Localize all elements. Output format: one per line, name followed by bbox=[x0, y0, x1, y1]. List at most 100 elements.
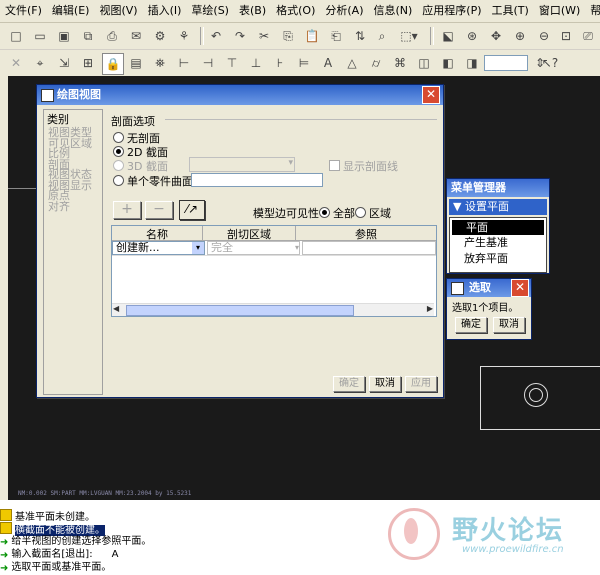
move-view-icon[interactable]: ⇲ bbox=[54, 53, 74, 73]
option-3d-section[interactable]: 3D 截面 bbox=[113, 158, 168, 174]
surface-finish-icon[interactable]: △ bbox=[342, 53, 362, 73]
model-tree-icon[interactable]: ⚘ bbox=[174, 26, 194, 46]
orient-icon[interactable]: ✥ bbox=[486, 26, 506, 46]
radio-single-surface[interactable] bbox=[113, 175, 124, 186]
cleanup-icon[interactable]: ⊨ bbox=[294, 53, 314, 73]
save-icon[interactable]: ▣ bbox=[54, 26, 74, 46]
column-header[interactable]: 剖切区域 bbox=[203, 226, 296, 241]
add-button[interactable]: + bbox=[113, 201, 141, 219]
zoom-page-icon[interactable]: ◨ bbox=[462, 53, 482, 73]
edge-visibility-all[interactable]: 全部 bbox=[319, 205, 355, 221]
apply-button[interactable]: 应用 bbox=[405, 376, 437, 392]
menu-header-set-plane[interactable]: ▼ 设置平面 bbox=[449, 199, 547, 215]
dialog-title-bar[interactable]: 绘图视图 ✕ bbox=[37, 85, 443, 105]
print-icon[interactable]: ⎙ bbox=[102, 26, 122, 46]
menu-item[interactable]: 应用程序(P) bbox=[417, 0, 486, 22]
zoom-in-icon[interactable]: ⊕ bbox=[510, 26, 530, 46]
scroll-left-icon[interactable]: ◀ bbox=[113, 304, 119, 313]
menu-item[interactable]: 表(B) bbox=[234, 0, 271, 22]
menu-manager-title[interactable]: 菜单管理器 bbox=[447, 179, 549, 197]
search-binoculars-icon[interactable]: ⌕ bbox=[372, 26, 392, 46]
table-icon[interactable]: ▤ bbox=[126, 53, 146, 73]
zoom-out-icon[interactable]: ⊖ bbox=[534, 26, 554, 46]
ordinate-icon[interactable]: ⊣ bbox=[198, 53, 218, 73]
menu-item-quit-plane[interactable]: 放弃平面 bbox=[450, 251, 546, 267]
paste-icon[interactable]: 📋 bbox=[302, 26, 322, 46]
redo-icon[interactable]: ↷ bbox=[230, 26, 250, 46]
menu-item[interactable]: 信息(N) bbox=[368, 0, 417, 22]
insert-view-icon[interactable]: ⊞ bbox=[78, 53, 98, 73]
select-cancel-button[interactable]: 取消 bbox=[493, 317, 525, 333]
spin-center-icon[interactable]: ⊛ bbox=[462, 26, 482, 46]
radio-all[interactable] bbox=[319, 207, 330, 218]
select-ok-button[interactable]: 确定 bbox=[455, 317, 487, 333]
geom-tolerance-icon[interactable]: ⌭ bbox=[366, 53, 386, 73]
menu-item[interactable]: 窗口(W) bbox=[534, 0, 585, 22]
surface-input[interactable] bbox=[191, 173, 323, 187]
save-copy-icon[interactable]: ⧉ bbox=[78, 26, 98, 46]
saved-views-icon[interactable]: ⎚ bbox=[578, 26, 598, 46]
note-icon[interactable]: ⊥ bbox=[246, 53, 266, 73]
repaint-icon[interactable]: ⬕ bbox=[438, 26, 458, 46]
lock-view-icon[interactable]: 🔒 bbox=[102, 53, 124, 75]
copy-icon[interactable]: ⎘ bbox=[278, 26, 298, 46]
context-help-icon[interactable]: ↖? bbox=[540, 53, 560, 73]
regen-arrows-icon[interactable]: ⇅ bbox=[350, 26, 370, 46]
datum-axis-icon[interactable]: A bbox=[318, 53, 338, 73]
menu-item-make-datum[interactable]: 产生基准 bbox=[450, 235, 546, 251]
horizontal-scrollbar[interactable]: ◀ ▶ bbox=[112, 303, 434, 316]
column-header[interactable]: 参照 bbox=[296, 226, 436, 241]
remove-button[interactable]: − bbox=[145, 201, 173, 219]
value-field[interactable] bbox=[484, 55, 528, 71]
pin-icon[interactable]: ⌖ bbox=[30, 53, 50, 73]
layer-icon[interactable]: ◫ bbox=[414, 53, 434, 73]
menu-item-plane[interactable]: 平面 bbox=[452, 220, 544, 235]
option-single-surface[interactable]: 单个零件曲面 bbox=[113, 173, 193, 189]
ref-cell[interactable] bbox=[302, 241, 436, 255]
paste-special-icon[interactable]: ⎗ bbox=[326, 26, 346, 46]
balloon-icon[interactable]: ⊦ bbox=[270, 53, 290, 73]
scroll-thumb[interactable] bbox=[126, 305, 354, 316]
column-header[interactable]: 名称 bbox=[112, 226, 203, 241]
cut-icon[interactable]: ✂ bbox=[254, 26, 274, 46]
radio-no-section[interactable] bbox=[113, 132, 124, 143]
menu-item[interactable]: 插入(I) bbox=[143, 0, 187, 22]
sheet-icon[interactable]: ◧ bbox=[438, 53, 458, 73]
menu-item[interactable]: 草绘(S) bbox=[186, 0, 234, 22]
select-title-bar[interactable]: 选取 ✕ bbox=[447, 279, 531, 297]
menu-item[interactable]: 帮助(H) bbox=[585, 0, 600, 22]
open-folder-icon[interactable]: ▭ bbox=[30, 26, 50, 46]
menu-item[interactable]: 文件(F) bbox=[0, 0, 47, 22]
select-box-icon[interactable]: ⬚▾ bbox=[396, 26, 422, 46]
show-annotations-icon[interactable]: ⛯ bbox=[150, 53, 170, 73]
checkbox-icon[interactable] bbox=[329, 160, 340, 171]
radio-area[interactable] bbox=[355, 207, 366, 218]
show-xhatch-checkbox[interactable]: 显示剖面线 bbox=[329, 158, 398, 174]
regenerate-icon[interactable]: ⚙ bbox=[150, 26, 170, 46]
new-file-icon[interactable]: □ bbox=[6, 26, 26, 46]
menu-item[interactable]: 视图(V) bbox=[94, 0, 142, 22]
close-icon[interactable]: ✕ bbox=[511, 279, 529, 297]
menu-item[interactable]: 格式(O) bbox=[271, 0, 320, 22]
chevron-down-icon[interactable]: ▾ bbox=[192, 242, 204, 254]
radio-2d-section[interactable] bbox=[113, 146, 124, 157]
delete-x-icon[interactable]: ✕ bbox=[6, 53, 26, 73]
table-row[interactable]: 创建新... ▾ 完全 ▾ bbox=[112, 241, 436, 256]
radio-3d-section[interactable] bbox=[113, 160, 124, 171]
edge-visibility-area[interactable]: 区域 bbox=[355, 205, 391, 221]
category-item[interactable]: 对齐 bbox=[48, 201, 102, 213]
name-cell[interactable]: 创建新... ▾ bbox=[112, 241, 205, 255]
send-mail-icon[interactable]: ✉ bbox=[126, 26, 146, 46]
section-3d-dropdown[interactable]: ▾ bbox=[189, 157, 295, 172]
baseline-icon[interactable]: ⊤ bbox=[222, 53, 242, 73]
menu-item[interactable]: 分析(A) bbox=[320, 0, 368, 22]
scroll-right-icon[interactable]: ▶ bbox=[427, 304, 433, 313]
menu-item[interactable]: 工具(T) bbox=[487, 0, 534, 22]
ok-button[interactable]: 确定 bbox=[333, 376, 365, 392]
undo-icon[interactable]: ↶ bbox=[206, 26, 226, 46]
dimension-icon[interactable]: ⊢ bbox=[174, 53, 194, 73]
flip-direction-icon[interactable]: ⁄↗ bbox=[179, 200, 205, 220]
symbol-icon[interactable]: ⌘ bbox=[390, 53, 410, 73]
menu-item[interactable]: 编辑(E) bbox=[47, 0, 95, 22]
refit-icon[interactable]: ⊡ bbox=[556, 26, 576, 46]
